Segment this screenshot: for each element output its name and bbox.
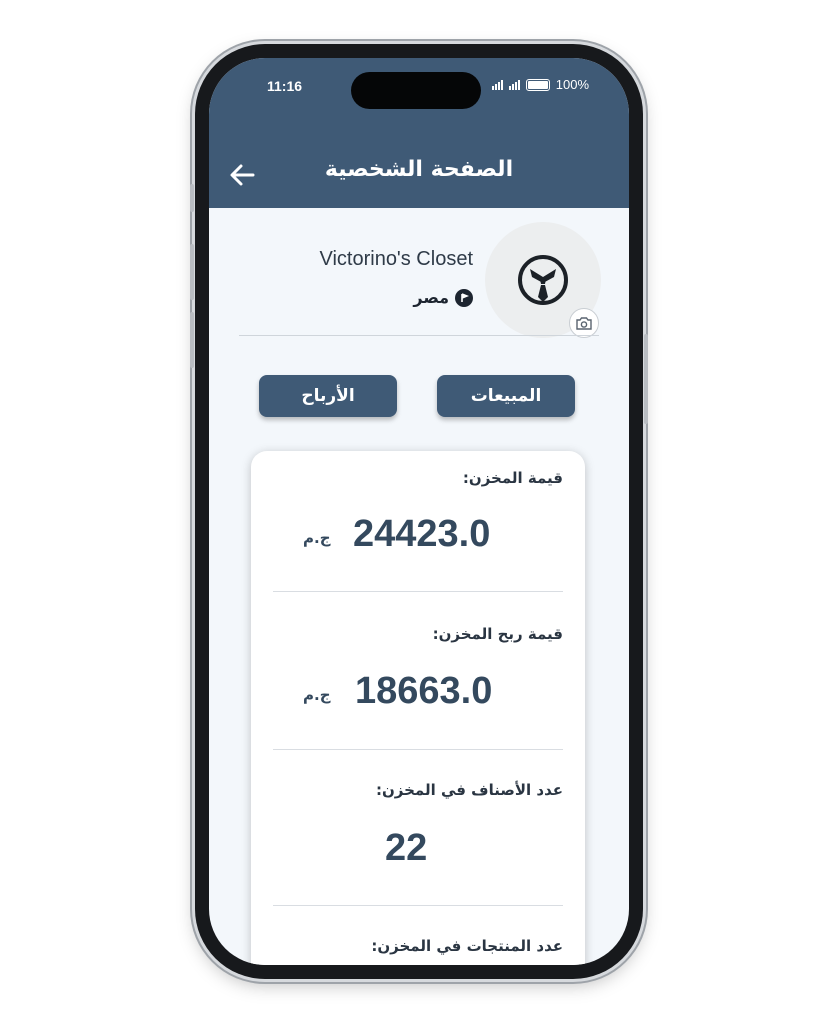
products-count-label: عدد المنتجات في المخزن: <box>371 937 563 955</box>
country-row: مصر <box>413 288 473 307</box>
stock-value-unit: ج.م <box>303 529 331 547</box>
store-name: Victorino's Closet <box>319 248 473 270</box>
battery-percent: 100% <box>555 77 589 92</box>
app-header: 11:16 100% الصفحة الشخصية <box>209 58 629 208</box>
item-types-value: 22 <box>385 827 428 869</box>
status-icons: 100% <box>491 77 589 92</box>
stock-profit-unit: ج.م <box>303 686 331 704</box>
store-avatar[interactable] <box>485 222 601 338</box>
page-title: الصفحة الشخصية <box>324 157 514 182</box>
country-label: مصر <box>413 288 449 307</box>
stock-value-label: قيمة المخزن: <box>462 469 563 487</box>
card-divider <box>273 905 563 906</box>
inventory-stats-card: قيمة المخزن: 24423.0 ج.م قيمة ربح المخزن… <box>251 451 585 965</box>
camera-icon[interactable] <box>569 308 599 338</box>
volume-down-button <box>190 312 194 368</box>
stock-profit-label: قيمة ربح المخزن: <box>432 625 563 643</box>
profile-divider <box>239 335 599 336</box>
status-time: 11:16 <box>267 78 303 94</box>
location-icon <box>455 288 473 307</box>
signal-icon <box>491 79 503 90</box>
phone-frame: 11:16 100% الصفحة الشخصية Victorino's Cl… <box>190 44 648 979</box>
signal-icon-2 <box>508 79 520 90</box>
stock-profit-value: 18663.0 <box>355 670 493 712</box>
back-arrow-icon[interactable] <box>227 160 257 190</box>
sales-button[interactable]: المبيعات <box>437 375 575 417</box>
tie-logo-icon <box>518 255 568 305</box>
battery-icon <box>525 78 550 91</box>
dynamic-island <box>351 72 481 109</box>
volume-up-button <box>190 244 194 300</box>
item-types-label: عدد الأصناف في المخزن: <box>375 781 563 799</box>
card-divider <box>273 749 563 750</box>
stock-value: 24423.0 <box>353 513 491 555</box>
profits-button[interactable]: الأرباح <box>259 375 397 417</box>
power-button <box>644 334 648 424</box>
card-divider <box>273 591 563 592</box>
screen: 11:16 100% الصفحة الشخصية Victorino's Cl… <box>209 58 629 965</box>
mute-switch <box>190 184 194 212</box>
